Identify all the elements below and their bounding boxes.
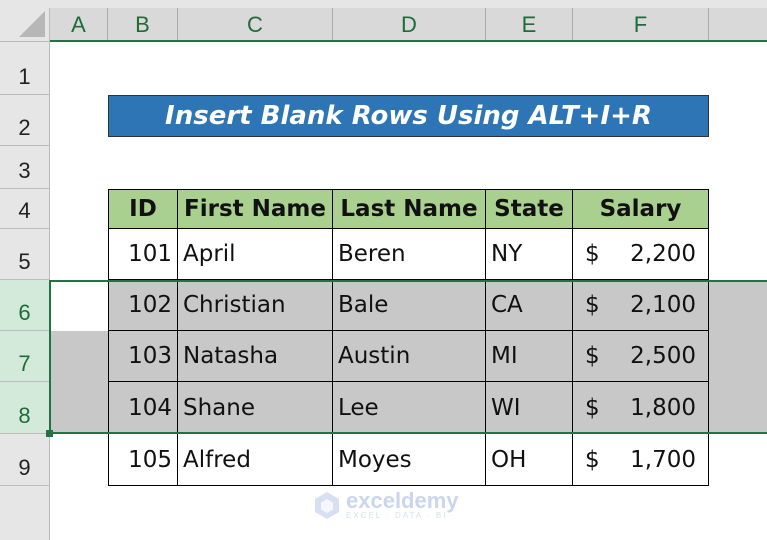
row-header-6[interactable]: 6 xyxy=(0,280,50,331)
cell-last-name[interactable]: Beren xyxy=(333,229,486,280)
cell-state[interactable]: NY xyxy=(486,229,573,280)
salary-value: 2,200 xyxy=(630,241,696,267)
cell-salary[interactable]: $1,700 xyxy=(573,434,709,486)
row-header-3[interactable]: 3 xyxy=(0,146,50,189)
header-salary: Salary xyxy=(573,189,709,229)
header-id: ID xyxy=(108,189,178,229)
row-header-5[interactable]: 5 xyxy=(0,229,50,280)
currency-symbol: $ xyxy=(585,446,600,473)
row-header-8[interactable]: 8 xyxy=(0,382,50,434)
top-strip xyxy=(0,0,767,8)
row-header-1[interactable]: 1 xyxy=(0,42,50,95)
cell-first-name[interactable]: April xyxy=(178,229,333,280)
column-header-d[interactable]: D xyxy=(333,8,486,42)
row-header-7[interactable]: 7 xyxy=(0,331,50,382)
fill-handle[interactable] xyxy=(46,430,53,437)
header-state: State xyxy=(486,189,573,229)
cell-state[interactable]: OH xyxy=(486,434,573,486)
row-selection-border xyxy=(49,280,767,434)
watermark-tagline: EXCEL · DATA · BI xyxy=(346,510,448,520)
column-header-c[interactable]: C xyxy=(178,8,333,42)
cell-id[interactable]: 101 xyxy=(108,229,178,280)
header-first-name: First Name xyxy=(178,189,333,229)
select-all-button[interactable] xyxy=(0,8,50,42)
sheet-title: Insert Blank Rows Using ALT+I+R xyxy=(108,95,709,137)
cell-last-name[interactable]: Moyes xyxy=(333,434,486,486)
cell-salary[interactable]: $2,200 xyxy=(573,229,709,280)
currency-symbol: $ xyxy=(585,241,600,267)
salary-value: 1,700 xyxy=(630,446,696,473)
cell-first-name[interactable]: Alfred xyxy=(178,434,333,486)
header-last-name: Last Name xyxy=(333,189,486,229)
select-all-triangle-icon xyxy=(19,11,45,37)
column-header-a[interactable]: A xyxy=(50,8,108,42)
row-header-2[interactable]: 2 xyxy=(0,95,50,146)
watermark: exceldemy EXCEL · DATA · BI xyxy=(312,487,459,520)
watermark-name: exceldemy xyxy=(346,487,459,513)
row-header-4[interactable]: 4 xyxy=(0,189,50,229)
exceldemy-logo-icon xyxy=(315,492,339,519)
column-header-e[interactable]: E xyxy=(486,8,573,42)
column-header-g[interactable] xyxy=(709,8,767,42)
column-header-f[interactable]: F xyxy=(573,8,709,42)
cell-id[interactable]: 105 xyxy=(108,434,178,486)
row-header-10[interactable] xyxy=(0,486,50,540)
row-header-9[interactable]: 9 xyxy=(0,434,50,486)
column-header-b[interactable]: B xyxy=(108,8,178,42)
column-header-selection-line xyxy=(50,40,767,42)
